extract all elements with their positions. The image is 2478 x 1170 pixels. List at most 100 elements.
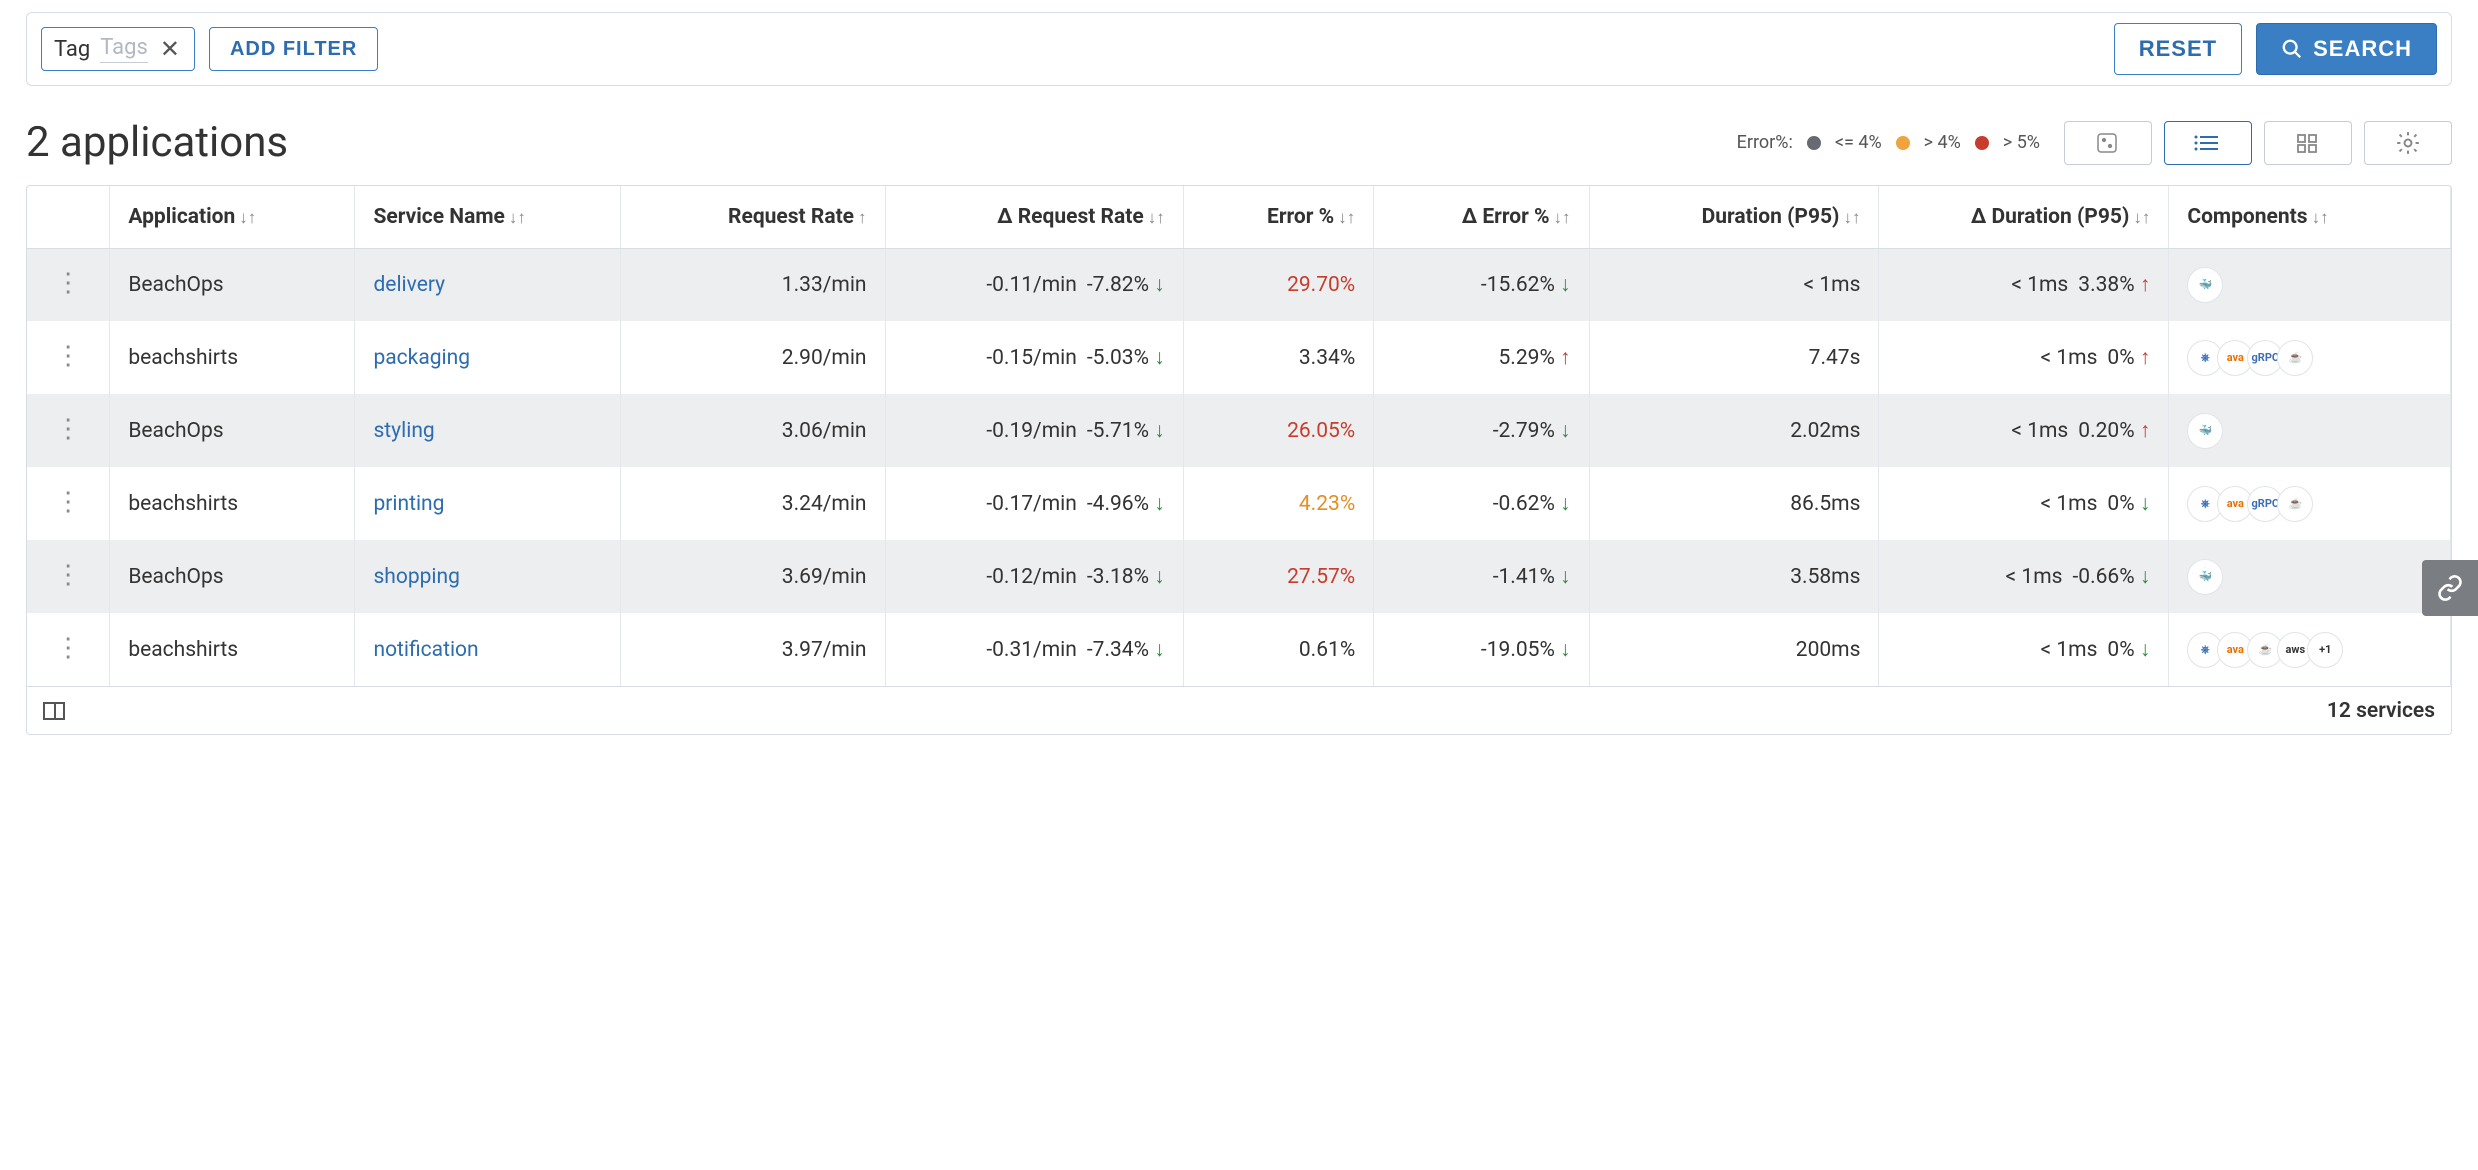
tag-filter-chip[interactable]: Tag Tags ✕ bbox=[41, 27, 195, 71]
cell-components: 🐳 bbox=[2169, 394, 2451, 467]
column-menu bbox=[27, 186, 110, 248]
component-badge-java2: ☕ bbox=[2277, 486, 2313, 522]
row-menu-button[interactable]: ⋮ bbox=[27, 467, 110, 540]
cell-delta-request-rate: -0.11/min-7.82% ↓ bbox=[885, 248, 1183, 321]
column-application[interactable]: Application↓↑ bbox=[110, 186, 355, 248]
component-badge-more: +1 bbox=[2307, 632, 2343, 668]
cell-request-rate: 3.06/min bbox=[620, 394, 885, 467]
vertical-dots-icon: ⋮ bbox=[55, 643, 81, 653]
search-button[interactable]: SEARCH bbox=[2256, 23, 2437, 75]
filter-bar: Tag Tags ✕ ADD FILTER RESET SEARCH bbox=[26, 12, 2452, 86]
cell-service-name: printing bbox=[355, 467, 620, 540]
cell-delta-duration-p95: < 1ms0.20% ↑ bbox=[1879, 394, 2169, 467]
row-menu-button[interactable]: ⋮ bbox=[27, 394, 110, 467]
gear-icon bbox=[2395, 130, 2421, 156]
dice-icon bbox=[2094, 133, 2122, 153]
search-label: SEARCH bbox=[2313, 36, 2412, 62]
cell-delta-request-rate: -0.19/min-5.71% ↓ bbox=[885, 394, 1183, 467]
cell-request-rate: 3.69/min bbox=[620, 540, 885, 613]
add-filter-button[interactable]: ADD FILTER bbox=[209, 27, 378, 71]
cell-delta-error-pct: -0.62% ↓ bbox=[1374, 467, 1589, 540]
column-delta-request-rate[interactable]: Δ Request Rate↓↑ bbox=[885, 186, 1183, 248]
view-switcher bbox=[2064, 121, 2352, 165]
grid-icon bbox=[2294, 133, 2322, 153]
heading-row: 2 applications Error%: <= 4% > 4% > 5% bbox=[26, 118, 2452, 167]
cell-delta-request-rate: -0.12/min-3.18% ↓ bbox=[885, 540, 1183, 613]
vertical-dots-icon: ⋮ bbox=[55, 424, 81, 434]
cell-application: beachshirts bbox=[110, 321, 355, 394]
service-link[interactable]: shopping bbox=[373, 565, 459, 589]
view-list-button[interactable] bbox=[2164, 121, 2252, 165]
table-row: ⋮ BeachOps styling 3.06/min -0.19/min-5.… bbox=[27, 394, 2451, 467]
column-delta-error-pct[interactable]: Δ Error %↓↑ bbox=[1374, 186, 1589, 248]
services-table: Application↓↑ Service Name↓↑ Request Rat… bbox=[26, 185, 2452, 735]
cell-delta-error-pct: -19.05% ↓ bbox=[1374, 613, 1589, 686]
close-icon[interactable]: ✕ bbox=[158, 35, 182, 63]
cell-delta-duration-p95: < 1ms0% ↓ bbox=[1879, 613, 2169, 686]
legend-label: Error%: bbox=[1737, 132, 1793, 153]
service-link[interactable]: printing bbox=[373, 492, 444, 516]
cell-components: 🐳 bbox=[2169, 540, 2451, 613]
cell-request-rate: 1.33/min bbox=[620, 248, 885, 321]
table-row: ⋮ beachshirts notification 3.97/min -0.3… bbox=[27, 613, 2451, 686]
legend-dot-gray bbox=[1807, 136, 1821, 150]
table-row: ⋮ BeachOps shopping 3.69/min -0.12/min-3… bbox=[27, 540, 2451, 613]
service-link[interactable]: notification bbox=[373, 638, 478, 662]
column-components[interactable]: Components↓↑ bbox=[2169, 186, 2451, 248]
cell-duration-p95: 2.02ms bbox=[1589, 394, 1879, 467]
cell-application: BeachOps bbox=[110, 248, 355, 321]
list-icon bbox=[2194, 133, 2222, 153]
table-row: ⋮ beachshirts printing 3.24/min -0.17/mi… bbox=[27, 467, 2451, 540]
cell-duration-p95: 3.58ms bbox=[1589, 540, 1879, 613]
column-request-rate[interactable]: Request Rate↑ bbox=[620, 186, 885, 248]
cell-delta-error-pct: -15.62% ↓ bbox=[1374, 248, 1589, 321]
cell-service-name: packaging bbox=[355, 321, 620, 394]
vertical-dots-icon: ⋮ bbox=[55, 351, 81, 361]
row-menu-button[interactable]: ⋮ bbox=[27, 248, 110, 321]
row-menu-button[interactable]: ⋮ bbox=[27, 540, 110, 613]
column-service-name[interactable]: Service Name↓↑ bbox=[355, 186, 620, 248]
cell-delta-duration-p95: < 1ms-0.66% ↓ bbox=[1879, 540, 2169, 613]
view-card-button[interactable] bbox=[2064, 121, 2152, 165]
reset-button[interactable]: RESET bbox=[2114, 23, 2242, 75]
page-title: 2 applications bbox=[26, 118, 288, 167]
cell-duration-p95: 200ms bbox=[1589, 613, 1879, 686]
search-icon bbox=[2281, 38, 2303, 60]
cell-application: beachshirts bbox=[110, 613, 355, 686]
link-icon bbox=[2436, 574, 2464, 602]
permalink-button[interactable] bbox=[2422, 560, 2478, 616]
cell-error-pct: 29.70% bbox=[1183, 248, 1374, 321]
cell-service-name: notification bbox=[355, 613, 620, 686]
column-chooser-icon[interactable] bbox=[43, 702, 65, 720]
service-link[interactable]: styling bbox=[373, 419, 434, 443]
column-duration-p95[interactable]: Duration (P95)↓↑ bbox=[1589, 186, 1879, 248]
cell-delta-error-pct: -1.41% ↓ bbox=[1374, 540, 1589, 613]
cell-duration-p95: 7.47s bbox=[1589, 321, 1879, 394]
row-menu-button[interactable]: ⋮ bbox=[27, 613, 110, 686]
cell-application: BeachOps bbox=[110, 394, 355, 467]
column-delta-duration-p95[interactable]: Δ Duration (P95)↓↑ bbox=[1879, 186, 2169, 248]
cell-request-rate: 2.90/min bbox=[620, 321, 885, 394]
service-link[interactable]: delivery bbox=[373, 273, 445, 297]
cell-components: ⎈ava☕aws+1 bbox=[2169, 613, 2451, 686]
settings-button[interactable] bbox=[2364, 121, 2452, 165]
row-menu-button[interactable]: ⋮ bbox=[27, 321, 110, 394]
table-row: ⋮ beachshirts packaging 2.90/min -0.15/m… bbox=[27, 321, 2451, 394]
view-grid-button[interactable] bbox=[2264, 121, 2352, 165]
cell-delta-request-rate: -0.15/min-5.03% ↓ bbox=[885, 321, 1183, 394]
component-badge-java2: ☕ bbox=[2277, 340, 2313, 376]
service-link[interactable]: packaging bbox=[373, 346, 470, 370]
cell-duration-p95: 86.5ms bbox=[1589, 467, 1879, 540]
cell-application: BeachOps bbox=[110, 540, 355, 613]
cell-error-pct: 4.23% bbox=[1183, 467, 1374, 540]
tag-placeholder[interactable]: Tags bbox=[100, 35, 148, 63]
legend-dot-orange bbox=[1896, 136, 1910, 150]
legend-dot-red bbox=[1975, 136, 1989, 150]
cell-service-name: styling bbox=[355, 394, 620, 467]
vertical-dots-icon: ⋮ bbox=[55, 497, 81, 507]
component-badge-wf: 🐳 bbox=[2187, 413, 2223, 449]
cell-components: ⎈avagRPC☕ bbox=[2169, 321, 2451, 394]
component-badge-wf: 🐳 bbox=[2187, 559, 2223, 595]
error-legend: Error%: <= 4% > 4% > 5% bbox=[1737, 132, 2040, 153]
column-error-pct[interactable]: Error %↓↑ bbox=[1183, 186, 1374, 248]
